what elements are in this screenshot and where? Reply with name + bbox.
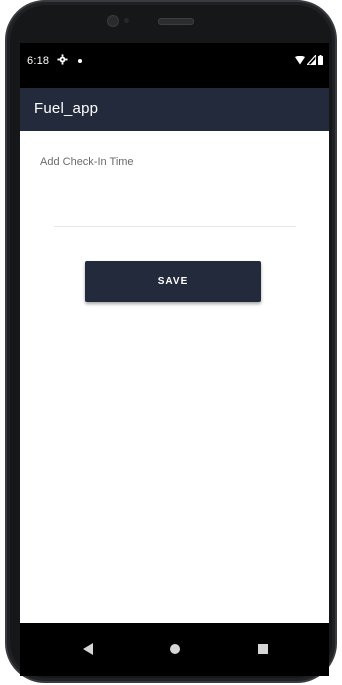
gear-icon xyxy=(57,54,68,65)
signal-icon xyxy=(307,55,316,65)
battery-icon xyxy=(318,55,323,65)
wifi-icon xyxy=(295,55,305,64)
back-triangle-icon[interactable] xyxy=(82,643,94,655)
device-screen: 6:18 Fuel_app Add Check-In Time SAVE xyxy=(20,43,329,676)
notification-dot-icon xyxy=(78,59,82,63)
system-nav-bar xyxy=(20,623,329,676)
home-circle-icon[interactable] xyxy=(170,644,180,654)
proximity-sensor-icon xyxy=(124,18,129,23)
save-button[interactable]: SAVE xyxy=(85,261,261,302)
app-title: Fuel_app xyxy=(34,100,99,117)
check-in-time-label: Add Check-In Time xyxy=(40,156,134,168)
app-bar: Fuel_app xyxy=(20,88,329,131)
front-camera-icon xyxy=(107,15,119,27)
status-icons xyxy=(295,54,323,66)
device-frame-area: 6:18 Fuel_app Add Check-In Time SAVE xyxy=(0,0,342,685)
check-in-time-input[interactable] xyxy=(54,198,296,227)
status-time: 6:18 xyxy=(27,55,50,67)
earpiece-speaker xyxy=(158,18,194,25)
recents-square-icon[interactable] xyxy=(258,644,268,654)
status-bar: 6:18 xyxy=(20,43,329,88)
